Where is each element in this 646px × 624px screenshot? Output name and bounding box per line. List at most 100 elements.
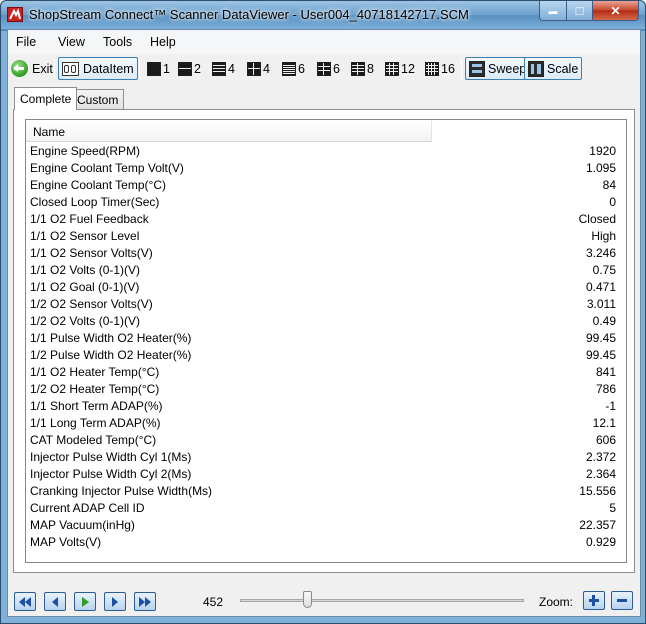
table-row[interactable]: Engine Coolant Temp Volt(V) 1.095 [26, 160, 626, 177]
table-row[interactable]: 1/1 O2 Sensor Volts(V) 3.246 [26, 245, 626, 262]
toolbar-separator [139, 59, 140, 78]
tab-complete[interactable]: Complete [14, 87, 78, 110]
data-item-value: 3.011 [586, 297, 616, 311]
layout-2-label: 2 [194, 61, 201, 76]
layout-6-grid-icon [317, 61, 331, 76]
previous-frame-icon [52, 596, 58, 607]
layout-16-button[interactable]: 16 [422, 57, 458, 80]
table-row[interactable]: 1/1 O2 Fuel Feedback Closed [26, 211, 626, 228]
menu-view[interactable]: View [58, 35, 85, 49]
layout-12-button[interactable]: 12 [382, 57, 418, 80]
title-bar[interactable]: ShopStream Connect™ Scanner DataViewer -… [1, 1, 645, 29]
previous-frame-button[interactable] [44, 592, 66, 611]
timeline-slider-thumb[interactable] [303, 591, 312, 608]
menu-tools[interactable]: Tools [103, 35, 132, 49]
scale-icon [528, 60, 544, 77]
play-icon [82, 596, 89, 607]
layout-16-icon [425, 61, 439, 76]
layout-6-grid-button[interactable]: 6 [314, 57, 343, 80]
table-row[interactable]: Injector Pulse Width Cyl 1(Ms) 2.372 [26, 449, 626, 466]
table-row[interactable]: 1/1 Short Term ADAP(%) -1 [26, 398, 626, 415]
data-item-name: 1/1 O2 Sensor Volts(V) [30, 246, 153, 260]
dataitem-button[interactable]: DataItem [58, 57, 138, 80]
timeline-slider-track[interactable] [240, 599, 524, 602]
data-item-name: 1/2 O2 Volts (0-1)(V) [30, 314, 141, 328]
layout-4-grid-icon [247, 61, 261, 76]
data-item-value: 84 [602, 178, 616, 192]
data-item-value: 2.364 [585, 467, 616, 481]
data-item-value: 99.45 [585, 348, 616, 362]
last-frame-button[interactable] [134, 592, 156, 611]
table-row[interactable]: 1/1 Long Term ADAP(%) 12.1 [26, 415, 626, 432]
data-item-name: Current ADAP Cell ID [30, 501, 145, 515]
layout-4-grid-label: 4 [263, 61, 270, 76]
layout-1-icon [147, 61, 161, 76]
sweep-icon [469, 60, 485, 77]
name-column-header[interactable]: Name [26, 120, 432, 142]
data-item-name: Engine Coolant Temp Volt(V) [30, 161, 184, 175]
data-item-value: 3.246 [585, 246, 616, 260]
menu-help[interactable]: Help [150, 35, 176, 49]
next-frame-button[interactable] [104, 592, 126, 611]
data-item-value: 841 [595, 365, 616, 379]
close-button[interactable]: ✕ [592, 1, 639, 21]
layout-8-button[interactable]: 8 [348, 57, 377, 80]
table-row[interactable]: 1/2 Pulse Width O2 Heater(%) 99.45 [26, 347, 626, 364]
table-row[interactable]: CAT Modeled Temp(°C) 606 [26, 432, 626, 449]
maximize-button[interactable]: □ [566, 1, 593, 21]
data-item-name: 1/2 O2 Heater Temp(°C) [30, 382, 160, 396]
menu-file[interactable]: File [16, 35, 36, 49]
data-item-value: 5 [609, 501, 616, 515]
table-row[interactable]: 1/2 O2 Heater Temp(°C) 786 [26, 381, 626, 398]
layout-2-button[interactable]: 2 [175, 57, 204, 80]
last-frame-icon [139, 596, 151, 607]
data-item-name: 1/1 O2 Volts (0-1)(V) [30, 263, 141, 277]
zoom-out-button[interactable] [611, 591, 633, 610]
first-frame-button[interactable] [14, 592, 36, 611]
table-row[interactable]: 1/1 Pulse Width O2 Heater(%) 99.45 [26, 330, 626, 347]
table-row[interactable]: 1/1 O2 Sensor Level High [26, 228, 626, 245]
layout-2-icon [178, 61, 192, 76]
layout-4-rows-button[interactable]: 4 [209, 57, 238, 80]
table-row[interactable]: 1/2 O2 Volts (0-1)(V) 0.49 [26, 313, 626, 330]
data-list[interactable]: Name Engine Speed(RPM) 1920 Engine Coolant… [25, 119, 627, 563]
sweep-button[interactable]: Sweep [465, 57, 531, 80]
table-row[interactable]: 1/1 O2 Volts (0-1)(V) 0.75 [26, 262, 626, 279]
data-item-value: 0 [609, 195, 616, 209]
layout-1-button[interactable]: 1 [144, 57, 173, 80]
data-item-value: 1920 [589, 144, 616, 158]
exit-button[interactable]: Exit [8, 57, 56, 80]
layout-6-rows-button[interactable]: 6 [279, 57, 308, 80]
maximize-icon: □ [575, 3, 584, 18]
table-row[interactable]: Engine Speed(RPM) 1920 [26, 143, 626, 160]
table-row[interactable]: MAP Vacuum(inHg) 22.357 [26, 517, 626, 534]
exit-label: Exit [32, 61, 53, 76]
minimize-button[interactable]: ▬ [539, 1, 567, 21]
toolbar: Exit DataItem 1 2 4 4 6 6 8 12 16 Sweep … [8, 54, 640, 82]
scale-button[interactable]: Scale [524, 57, 583, 80]
table-row[interactable]: 1/1 O2 Goal (0-1)(V) 0.471 [26, 279, 626, 296]
data-item-value: 99.45 [585, 331, 616, 345]
table-row[interactable]: Injector Pulse Width Cyl 2(Ms) 2.364 [26, 466, 626, 483]
tab-custom[interactable]: Custom [71, 89, 125, 109]
table-row[interactable]: 1/1 O2 Heater Temp(°C) 841 [26, 364, 626, 381]
menu-bar: File View Tools Help [8, 30, 640, 54]
data-item-name: 1/2 Pulse Width O2 Heater(%) [30, 348, 192, 362]
table-row[interactable]: 1/2 O2 Sensor Volts(V) 3.011 [26, 296, 626, 313]
layout-4-grid-button[interactable]: 4 [244, 57, 273, 80]
table-row[interactable]: Engine Coolant Temp(°C) 84 [26, 177, 626, 194]
data-item-value: 1.095 [585, 161, 616, 175]
table-row[interactable]: Current ADAP Cell ID 5 [26, 500, 626, 517]
data-item-value: -1 [605, 399, 616, 413]
zoom-in-button[interactable] [583, 591, 605, 610]
layout-16-label: 16 [441, 61, 455, 76]
dataitem-icon [62, 61, 79, 76]
layout-12-label: 12 [401, 61, 415, 76]
table-row[interactable]: Cranking Injector Pulse Width(Ms) 15.556 [26, 483, 626, 500]
layout-6-rows-icon [282, 61, 296, 76]
zoom-label: Zoom: [539, 595, 574, 609]
table-row[interactable]: Closed Loop Timer(Sec) 0 [26, 194, 626, 211]
table-row[interactable]: MAP Volts(V) 0.929 [26, 534, 626, 551]
data-item-value: 786 [595, 382, 616, 396]
play-button[interactable] [74, 592, 96, 611]
